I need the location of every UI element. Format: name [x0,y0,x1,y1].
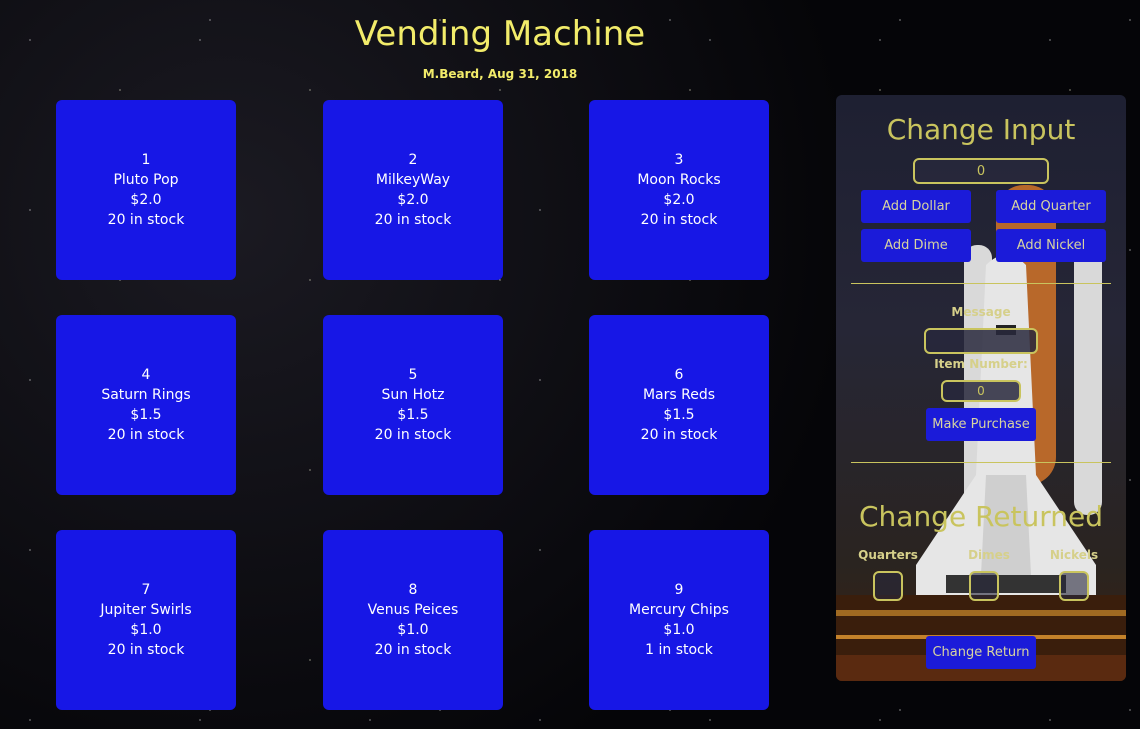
vending-item[interactable]: 4 Saturn Rings $1.5 20 in stock [56,315,236,495]
item-price: $1.0 [397,622,429,638]
message-field[interactable] [924,328,1038,354]
item-number: 4 [141,367,151,383]
item-number: 5 [408,367,418,383]
item-number: 8 [408,582,418,598]
nickels-output [1059,571,1089,601]
quarters-output [873,571,903,601]
item-number-label: Item Number: [934,357,1028,371]
item-stock: 20 in stock [107,642,185,658]
nickels-label: Nickels [1049,548,1099,562]
item-name: Jupiter Swirls [100,602,192,618]
item-name: Sun Hotz [381,387,445,403]
item-price: $1.5 [397,407,429,423]
add-nickel-button[interactable]: Add Nickel [996,229,1106,262]
add-dollar-button[interactable]: Add Dollar [861,190,971,223]
change-returned-title: Change Returned [858,500,1103,533]
dimes-label: Dimes [968,548,1010,562]
item-stock: 20 in stock [374,427,452,443]
item-price: $1.0 [130,622,162,638]
change-input-title: Change Input [886,113,1076,146]
vending-item[interactable]: 8 Venus Peices $1.0 20 in stock [323,530,503,710]
item-stock: 20 in stock [107,427,185,443]
vending-item[interactable]: 1 Pluto Pop $2.0 20 in stock [56,100,236,280]
vending-item[interactable]: 2 MilkeyWay $2.0 20 in stock [323,100,503,280]
change-return-button[interactable]: Change Return [926,636,1036,669]
divider [851,283,1111,284]
message-label: Message [951,305,1011,319]
item-stock: 20 in stock [107,212,185,228]
page-subtitle: M.Beard, Aug 31, 2018 [422,67,578,81]
item-name: Mercury Chips [629,602,729,618]
item-name: Mars Reds [642,387,716,403]
dimes-output [969,571,999,601]
item-price: $2.0 [397,192,429,208]
quarters-label: Quarters [858,548,918,562]
item-name: Moon Rocks [637,172,721,188]
add-quarter-button[interactable]: Add Quarter [996,190,1106,223]
item-number: 6 [674,367,684,383]
item-stock: 20 in stock [374,212,452,228]
item-stock: 20 in stock [640,212,718,228]
vending-item[interactable]: 6 Mars Reds $1.5 20 in stock [589,315,769,495]
item-number: 2 [408,152,418,168]
item-price: $2.0 [130,192,162,208]
item-price: $1.0 [663,622,695,638]
money-input-field[interactable] [913,158,1049,184]
item-stock: 1 in stock [645,642,713,658]
item-name: MilkeyWay [375,172,451,188]
item-number: 7 [141,582,151,598]
add-dime-button[interactable]: Add Dime [861,229,971,262]
vending-item[interactable]: 5 Sun Hotz $1.5 20 in stock [323,315,503,495]
vending-item[interactable]: 7 Jupiter Swirls $1.0 20 in stock [56,530,236,710]
item-price: $2.0 [663,192,695,208]
item-name: Venus Peices [367,602,459,618]
item-price: $1.5 [663,407,695,423]
vending-item[interactable]: 9 Mercury Chips $1.0 1 in stock [589,530,769,710]
item-number: 1 [141,152,151,168]
page-title: Vending Machine [354,14,646,54]
vending-item[interactable]: 3 Moon Rocks $2.0 20 in stock [589,100,769,280]
item-name: Pluto Pop [113,172,179,188]
item-number-field[interactable] [941,380,1021,402]
divider [851,462,1111,463]
item-name: Saturn Rings [101,387,191,403]
item-price: $1.5 [130,407,162,423]
item-number: 9 [674,582,684,598]
item-stock: 20 in stock [374,642,452,658]
make-purchase-button[interactable]: Make Purchase [926,408,1036,441]
control-panel: Change Input Add Dollar Add Quarter Add … [836,95,1126,681]
item-stock: 20 in stock [640,427,718,443]
item-number: 3 [674,152,684,168]
